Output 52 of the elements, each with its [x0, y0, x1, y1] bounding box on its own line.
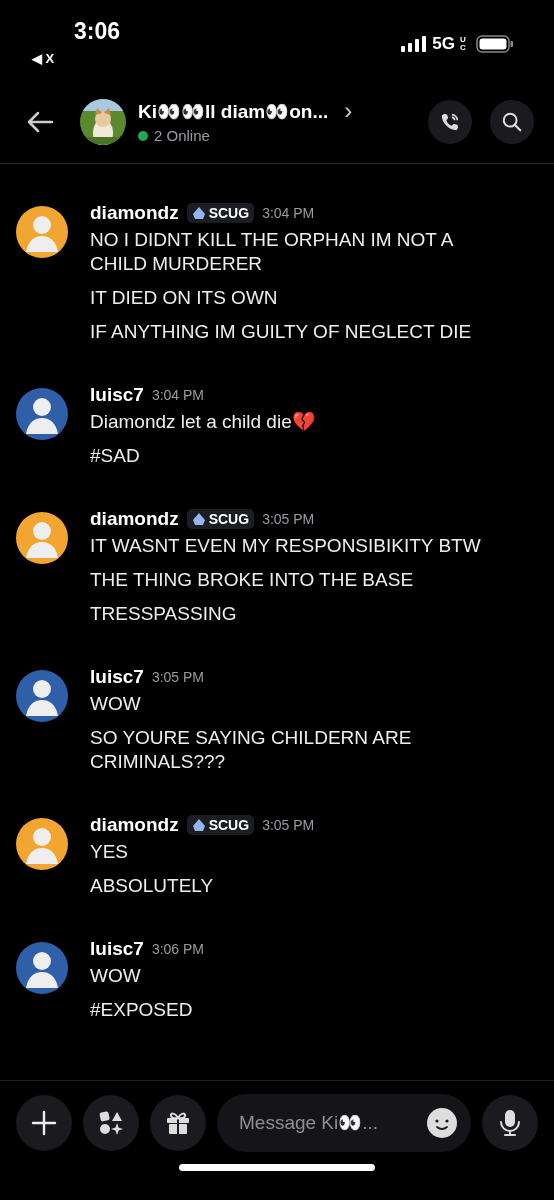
back-arrow-icon[interactable] [26, 109, 54, 134]
search-icon [501, 110, 523, 133]
message-text: IT DIED ON ITS OWN [90, 286, 279, 310]
signal-icon [401, 36, 428, 52]
call-button[interactable] [428, 99, 472, 144]
gem-icon [191, 512, 206, 526]
author-name[interactable]: luisc7 [90, 666, 144, 688]
message-text: Diamondz let a child die💔 [90, 410, 317, 434]
message-text: IT WASNT EVEN MY RESPONSIBIKITY BTW [90, 534, 482, 558]
gem-icon [191, 818, 206, 832]
author-name[interactable]: diamondz [90, 508, 179, 530]
author-name[interactable]: diamondz [90, 202, 179, 224]
clan-tag[interactable]: SCUG [186, 509, 255, 529]
message-text: YES [90, 840, 130, 864]
chevron-icon[interactable]: › [344, 99, 353, 123]
author-name[interactable]: luisc7 [90, 938, 144, 960]
clan-tag[interactable]: SCUG [186, 815, 255, 835]
search-button[interactable] [490, 99, 534, 144]
back-to-app-link[interactable]: ◀ X [32, 51, 55, 66]
message-text: NO I DIDNT KILL THE ORPHAN IM NOT A CHILD MURDERER [90, 228, 455, 276]
status-time: 3:06 [74, 18, 121, 45]
message-field[interactable]: Message Ki👀... [217, 1093, 471, 1152]
message-text: SO YOURE SAYING CHILDERN ARE CRIMINALS??? [90, 726, 413, 774]
network-label: 5G [432, 34, 455, 54]
gem-icon [191, 206, 206, 220]
message-time: 3:05 PM [151, 669, 204, 685]
microphone-icon [499, 1108, 521, 1137]
message-text: THE THING BROKE INTO THE BASE [90, 568, 415, 592]
message-text: #EXPOSED [90, 998, 194, 1022]
emoji-icon[interactable] [427, 1107, 457, 1138]
network-sub-label: UC [460, 36, 467, 52]
message-text: #SAD [90, 444, 141, 468]
message-input[interactable]: Message Ki👀... [237, 1110, 423, 1135]
message-time: 3:05 PM [262, 817, 315, 833]
plus-icon [31, 1109, 57, 1136]
author-name[interactable]: luisc7 [90, 384, 144, 406]
shapes-icon [98, 1109, 124, 1136]
message-text: IF ANYTHING IM GUILTY OF NEGLECT DIE [90, 320, 473, 344]
online-count: 2 Online [154, 127, 210, 144]
message-time: 3:06 PM [151, 941, 204, 957]
battery-icon [476, 35, 514, 53]
channel-title[interactable]: Ki👀👀ll diam👀on... [138, 99, 329, 123]
message-text: TRESSPASSING [90, 602, 238, 626]
author-name[interactable]: diamondz [90, 814, 179, 836]
message-time: 3:04 PM [262, 205, 315, 221]
message-text: WOW [90, 692, 142, 716]
message-time: 3:04 PM [151, 387, 204, 403]
message-text: ABSOLUTELY [90, 874, 215, 898]
message-time: 3:05 PM [262, 511, 315, 527]
clan-tag[interactable]: SCUG [186, 203, 255, 223]
message-text: WOW [90, 964, 142, 988]
online-dot-icon [138, 130, 148, 141]
